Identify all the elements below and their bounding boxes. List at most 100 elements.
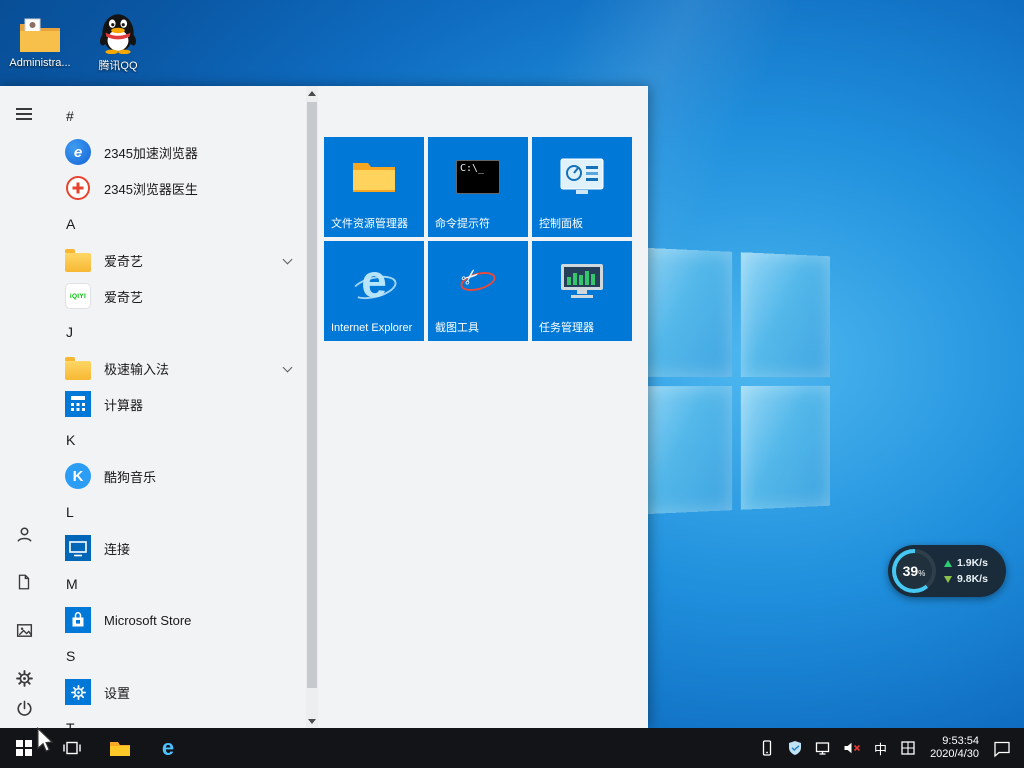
cmd-icon: C:\_ (428, 147, 528, 207)
app-section-header[interactable]: A (48, 206, 306, 242)
download-arrow-icon (944, 575, 952, 583)
logo-pane (740, 385, 830, 510)
start-button[interactable] (0, 728, 48, 768)
folder-icon (110, 742, 130, 756)
device-tray-icon[interactable] (753, 728, 781, 768)
system-tray: 中 9:53:54 2020/4/30 (753, 728, 1024, 768)
calculator-icon (65, 391, 91, 417)
scroll-up-arrow[interactable] (306, 86, 318, 100)
scroll-down-arrow[interactable] (306, 714, 318, 728)
app-item-kugou[interactable]: K 酷狗音乐 (48, 458, 306, 494)
network-tray-icon[interactable] (809, 728, 837, 768)
file-explorer-taskbar-button[interactable] (96, 728, 144, 768)
user-icon[interactable] (0, 512, 48, 556)
ie-icon: e (361, 255, 387, 307)
app-item-settings[interactable]: 设置 (48, 674, 306, 710)
volume-muted-icon[interactable] (837, 728, 867, 768)
app-item-calculator[interactable]: 计算器 (48, 386, 306, 422)
desktop-icon-qq[interactable]: 腾讯QQ (84, 8, 152, 73)
kugou-icon: K (65, 463, 91, 489)
desktop-icon-label: Administra... (9, 57, 71, 69)
clock-time: 9:53:54 (942, 735, 979, 747)
gauge-percent: 39 (902, 563, 919, 579)
chevron-down-icon[interactable] (282, 362, 293, 373)
app-item-connect[interactable]: 连接 (48, 530, 306, 566)
app-item-microsoft-store[interactable]: Microsoft Store (48, 602, 306, 638)
tile-label: 任务管理器 (539, 322, 594, 335)
connect-icon (65, 535, 91, 561)
app-section-header[interactable]: T (48, 710, 306, 728)
app-section-header[interactable]: # (48, 98, 306, 134)
wallpaper-windows-logo (635, 247, 830, 515)
desktop-icon-label: 腾讯QQ (98, 60, 138, 72)
task-view-icon (63, 741, 81, 755)
app-item-jisu-ime-folder[interactable]: 极速输入法 (48, 350, 306, 386)
tile-label: 控制面板 (539, 218, 583, 231)
file-explorer-icon (324, 147, 424, 207)
app-section-header[interactable]: M (48, 566, 306, 602)
folder-icon (65, 248, 91, 272)
logo-pane (635, 247, 732, 377)
app-item-iqiyi[interactable]: iQIYI 爱奇艺 (48, 278, 306, 314)
ime-indicator[interactable]: 中 (867, 728, 894, 768)
tile-label: 文件资源管理器 (331, 218, 408, 231)
tile-command-prompt[interactable]: C:\_ 命令提示符 (428, 137, 528, 237)
settings-icon (65, 679, 91, 705)
app-section-header[interactable]: L (48, 494, 306, 530)
app-label: 2345加速浏览器 (104, 145, 198, 161)
tile-control-panel[interactable]: 控制面板 (532, 137, 632, 237)
documents-icon[interactable] (0, 560, 48, 604)
tile-file-explorer[interactable]: 文件资源管理器 (324, 137, 424, 237)
tile-label: 截图工具 (435, 322, 479, 335)
task-view-button[interactable] (48, 728, 96, 768)
user-folder-icon (6, 8, 74, 54)
tile-task-manager[interactable]: 任务管理器 (532, 241, 632, 341)
app-label: 设置 (104, 685, 131, 701)
power-icon[interactable] (0, 686, 48, 730)
snipping-tool-icon: ✂ (428, 251, 528, 311)
app-label: 计算器 (104, 397, 144, 413)
app-section-header[interactable]: K (48, 422, 306, 458)
app-list: # e 2345加速浏览器 2345浏览器医生 A 爱奇艺 iQIYI 爱奇艺 … (48, 86, 306, 728)
gauge-percent-unit: % (918, 568, 926, 578)
download-speed: 9.8K/s (957, 573, 988, 585)
action-center-button[interactable] (987, 728, 1024, 768)
app-list-scrollbar[interactable] (306, 86, 318, 728)
pictures-icon[interactable] (0, 608, 48, 652)
app-item-2345-doctor[interactable]: 2345浏览器医生 (48, 170, 306, 206)
tile-label: 命令提示符 (435, 218, 490, 231)
menu-icon[interactable] (0, 92, 48, 136)
app-label: 连接 (104, 541, 131, 557)
input-grid-icon[interactable] (894, 728, 922, 768)
net-speed-widget[interactable]: 39% 1.9K/s 9.8K/s (888, 545, 1006, 597)
logo-pane (635, 385, 732, 515)
desktop: Administra... 腾讯QQ # e 2345加速浏览器 2345浏览器… (0, 0, 1024, 768)
app-label: 2345浏览器医生 (104, 181, 198, 197)
tile-internet-explorer[interactable]: e Internet Explorer (324, 241, 424, 341)
taskbar: e 中 9:53:54 2020/4/30 (0, 728, 1024, 768)
internet-explorer-taskbar-button[interactable]: e (144, 728, 192, 768)
tile-label: Internet Explorer (331, 322, 413, 335)
tile-snipping-tool[interactable]: ✂ 截图工具 (428, 241, 528, 341)
logo-pane (740, 252, 830, 377)
taskbar-clock[interactable]: 9:53:54 2020/4/30 (922, 728, 987, 768)
iqiyi-icon: iQIYI (65, 283, 91, 309)
app-item-iqiyi-folder[interactable]: 爱奇艺 (48, 242, 306, 278)
start-tiles: 文件资源管理器 C:\_ 命令提示符 控制面板 e Internet Explo… (324, 137, 632, 341)
shield-tray-icon[interactable] (781, 728, 809, 768)
app-label: 极速输入法 (104, 361, 170, 377)
scrollbar-thumb[interactable] (307, 102, 317, 688)
task-manager-icon (532, 251, 632, 311)
windows-logo-icon (16, 740, 32, 756)
desktop-icon-administrator[interactable]: Administra... (6, 8, 74, 69)
clock-date: 2020/4/30 (930, 748, 979, 760)
app-item-2345-browser[interactable]: e 2345加速浏览器 (48, 134, 306, 170)
start-menu: # e 2345加速浏览器 2345浏览器医生 A 爱奇艺 iQIYI 爱奇艺 … (0, 86, 648, 728)
control-panel-icon (532, 147, 632, 207)
app-section-header[interactable]: S (48, 638, 306, 674)
qq-penguin-icon (84, 8, 152, 54)
app-label: 爱奇艺 (104, 289, 144, 305)
chevron-down-icon[interactable] (282, 254, 293, 265)
upload-arrow-icon (944, 559, 952, 567)
app-section-header[interactable]: J (48, 314, 306, 350)
